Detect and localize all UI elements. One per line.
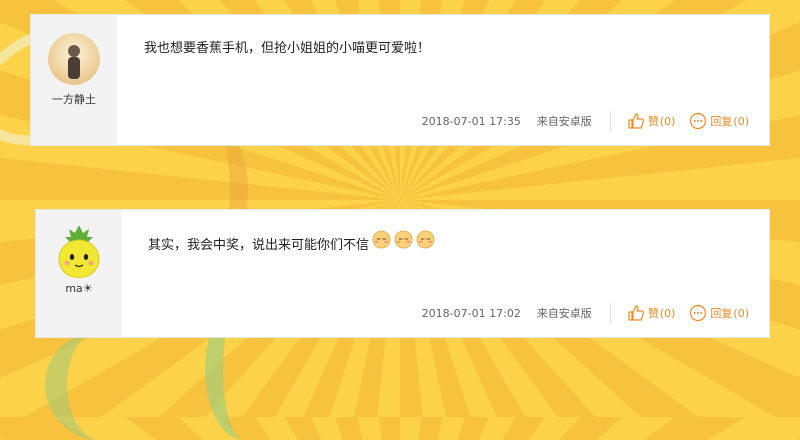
like-button[interactable]: 赞 (0) [627, 112, 676, 130]
like-count: (0) [659, 306, 676, 320]
user-info: ma☀ [36, 210, 122, 337]
username[interactable]: 一方静土 [52, 91, 96, 107]
avatar-photo-icon [48, 33, 100, 85]
reply-bubble-icon [690, 304, 707, 322]
comment-text: 其实，我会中奖，说出来可能你们不信 [148, 226, 435, 253]
reply-label: 回复 [710, 115, 733, 128]
reply-bubble-icon [690, 112, 707, 130]
comment-card: ma☀ 其实，我会中奖，说出来可能你们不信 2018-07-01 17:02 来… [35, 209, 770, 338]
source-label: 来自安卓版 [536, 307, 592, 320]
comment-card: 一方静土 我也想要香蕉手机，但抢小姐姐的小喵更可爱啦！ 2018-07-01 1… [30, 14, 770, 146]
thumbs-up-icon [628, 305, 644, 321]
source-label: 来自安卓版 [536, 115, 592, 128]
divider [609, 303, 611, 323]
divider [609, 111, 611, 131]
reply-button[interactable]: 回复 (0) [689, 112, 749, 130]
comment-meta: 2018-07-01 17:35 来自安卓版 赞 (0) 回复 (0) [422, 111, 749, 131]
reply-label: 回复 [710, 307, 733, 320]
like-label: 赞 [647, 115, 659, 128]
comment-meta: 2018-07-01 17:02 来自安卓版 赞 (0) 回复 (0) [422, 303, 749, 323]
reply-button[interactable]: 回复 (0) [689, 304, 749, 322]
like-button[interactable]: 赞 (0) [627, 304, 676, 322]
reply-count: (0) [733, 114, 749, 128]
sleepy-face-icon [416, 230, 435, 249]
like-count: (0) [659, 114, 676, 128]
timestamp: 2018-07-01 17:02 [421, 306, 521, 320]
like-label: 赞 [647, 307, 659, 320]
thumbs-up-icon [628, 113, 644, 129]
username[interactable]: ma☀ [65, 282, 92, 295]
user-info: 一方静土 [31, 15, 117, 145]
decor-ribbon [45, 330, 157, 440]
timestamp: 2018-07-01 17:35 [421, 114, 521, 128]
sleepy-face-icon [372, 230, 391, 249]
comment-text: 我也想要香蕉手机，但抢小姐姐的小喵更可爱啦！ [144, 41, 431, 56]
pineapple-avatar-icon [58, 226, 100, 278]
avatar[interactable] [53, 226, 105, 278]
sleepy-face-icon [394, 230, 413, 249]
reply-count: (0) [733, 306, 749, 320]
avatar[interactable] [48, 33, 100, 85]
